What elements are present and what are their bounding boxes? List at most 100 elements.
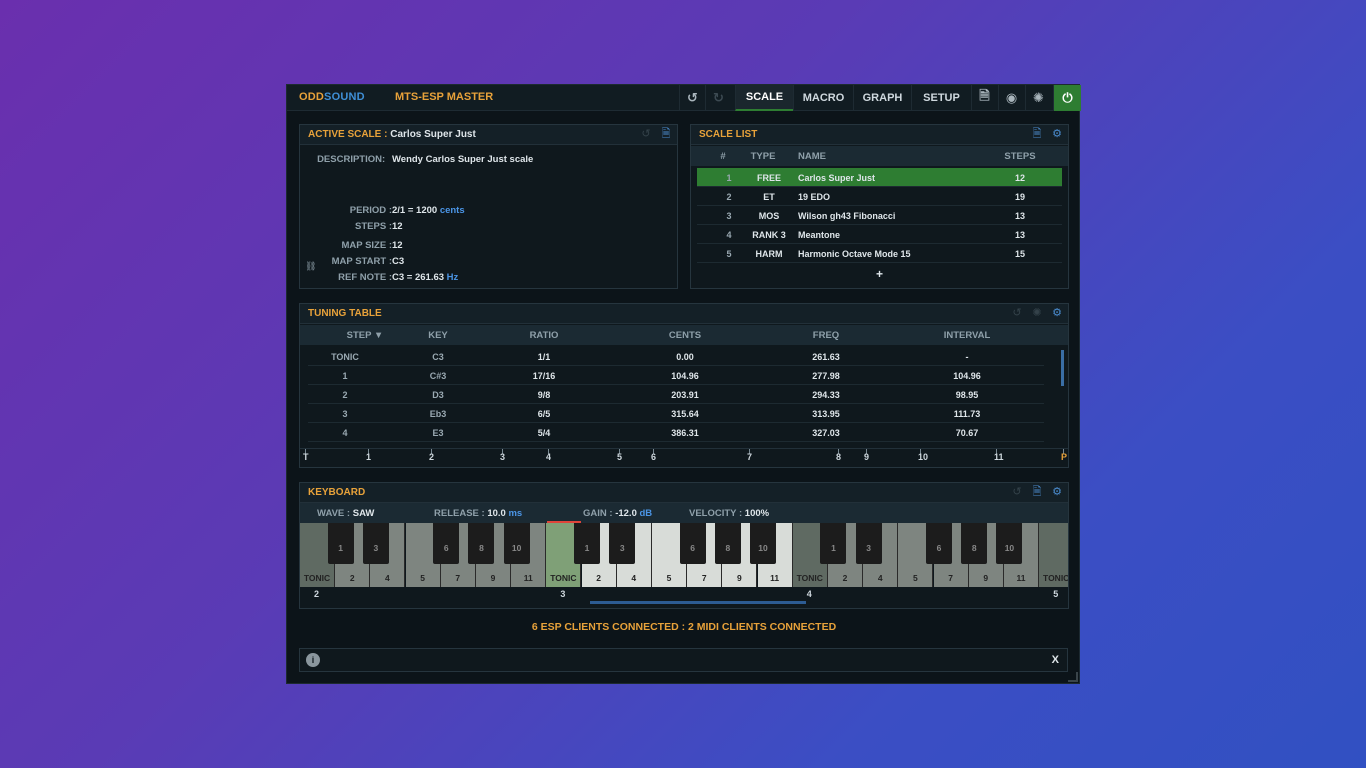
tuning-cell-step: 3 <box>342 409 348 419</box>
ref-note-value[interactable]: C3 = 261.63 Hz <box>392 272 458 283</box>
resize-handle-icon[interactable] <box>1068 672 1078 682</box>
ruler-label[interactable]: 2 <box>429 452 434 462</box>
ruler-label[interactable]: P <box>1061 452 1067 462</box>
col-name: NAME <box>798 151 826 162</box>
message-bar: i X <box>299 648 1068 672</box>
period-label: PERIOD : <box>349 205 392 216</box>
power-icon[interactable]: ⏻ <box>1053 85 1081 111</box>
scale-cell-name: Meantone <box>798 230 841 240</box>
black-key[interactable]: 6 <box>926 523 953 564</box>
tab-scale[interactable]: SCALE <box>735 85 793 111</box>
document-icon[interactable]: 🗎 <box>1030 485 1044 499</box>
ruler-label[interactable]: 10 <box>918 452 928 462</box>
key-label: 6 <box>690 543 695 553</box>
scale-cell-num: 4 <box>726 230 732 240</box>
black-key[interactable]: 6 <box>679 523 706 564</box>
scale-list-row[interactable]: 1 FREE Carlos Super Just 12 <box>697 168 1062 187</box>
black-key[interactable]: 3 <box>609 523 636 564</box>
white-key[interactable]: TONIC <box>1039 523 1068 587</box>
tab-graph[interactable]: GRAPH <box>853 85 911 111</box>
tuning-cell-cents: 386.31 <box>671 428 699 438</box>
scale-list-title: SCALE LIST <box>699 129 758 140</box>
close-button[interactable]: X <box>1052 654 1059 666</box>
tuning-table-row[interactable]: 4 E3 5/4 386.31 327.03 70.67 <box>308 423 1044 442</box>
tuning-table-row[interactable]: 2 D3 9/8 203.91 294.33 98.95 <box>308 385 1044 404</box>
black-key[interactable]: 1 <box>574 523 601 564</box>
description-value[interactable]: Wendy Carlos Super Just scale <box>392 154 533 165</box>
brand-logo: ODDSOUND <box>299 91 365 103</box>
octave-label: 5 <box>1053 589 1059 599</box>
ruler-label[interactable]: T <box>303 452 309 462</box>
ruler-label[interactable]: 4 <box>546 452 551 462</box>
undo-icon[interactable]: ↺ <box>679 85 705 111</box>
black-key[interactable]: 10 <box>750 523 777 564</box>
velocity-param[interactable]: VELOCITY : 100% <box>689 508 769 519</box>
tuning-table-row[interactable]: 3 Eb3 6/5 315.64 313.95 111.73 <box>308 404 1044 423</box>
ruler-label[interactable]: 7 <box>747 452 752 462</box>
gain-param[interactable]: GAIN : -12.0 dB <box>583 508 652 519</box>
gear-icon[interactable]: ⚙ <box>1050 127 1064 141</box>
document-icon[interactable]: 🗎 <box>971 85 997 111</box>
midi-icon[interactable]: ✺ <box>1030 306 1044 320</box>
release-param[interactable]: RELEASE : 10.0 ms <box>434 508 522 519</box>
scale-cell-name: Wilson gh43 Fibonacci <box>798 211 896 221</box>
keyboard-header: KEYBOARD ↺ 🗎 ⚙ <box>300 483 1068 503</box>
map-start-value[interactable]: C3 <box>392 256 404 267</box>
ruler-label[interactable]: 6 <box>651 452 656 462</box>
black-key[interactable]: 3 <box>855 523 882 564</box>
info-icon[interactable]: i <box>306 653 320 667</box>
period-value[interactable]: 2/1 = 1200 cents <box>392 205 465 216</box>
midi-icon[interactable]: ✺ <box>1025 85 1051 111</box>
ruler-label[interactable]: 3 <box>500 452 505 462</box>
document-icon[interactable]: 🗎 <box>659 127 673 141</box>
ruler-label[interactable]: 1 <box>366 452 371 462</box>
scale-list-row[interactable]: 2 ET 19 EDO 19 <box>697 187 1062 206</box>
black-key[interactable]: 3 <box>362 523 389 564</box>
black-key[interactable]: 6 <box>433 523 460 564</box>
ruler-label[interactable]: 9 <box>864 452 869 462</box>
ruler-label[interactable]: 11 <box>994 452 1004 462</box>
tab-setup[interactable]: SETUP <box>911 85 971 111</box>
scale-cell-steps: 15 <box>1014 249 1025 259</box>
redo-icon[interactable]: ↻ <box>705 85 731 111</box>
scale-cell-name: Carlos Super Just <box>798 173 876 183</box>
wave-param[interactable]: WAVE : SAW <box>317 508 374 519</box>
keyboard-scrollbar[interactable] <box>590 601 806 604</box>
keyboard-title: KEYBOARD <box>308 487 366 498</box>
black-key[interactable]: 1 <box>327 523 354 564</box>
gear-icon[interactable]: ⚙ <box>1050 306 1064 320</box>
tuning-cell-interval: 98.95 <box>955 390 979 400</box>
col-ratio: RATIO <box>529 330 559 341</box>
black-key[interactable]: 8 <box>714 523 741 564</box>
gear-icon[interactable]: ⚙ <box>1050 485 1064 499</box>
add-scale-button[interactable]: + <box>691 267 1068 281</box>
black-key[interactable]: 10 <box>503 523 530 564</box>
reset-icon[interactable]: ↺ <box>1010 485 1024 499</box>
ref-note-label: REF NOTE : <box>338 272 392 283</box>
tuning-table-row[interactable]: 1 C#3 17/16 104.96 277.98 104.96 <box>308 366 1044 385</box>
key-label: 11 <box>770 573 780 583</box>
map-size-value[interactable]: 12 <box>392 240 403 251</box>
tab-macro[interactable]: MACRO <box>793 85 853 111</box>
black-key[interactable]: 8 <box>961 523 988 564</box>
black-key[interactable]: 10 <box>996 523 1023 564</box>
scale-list-row[interactable]: 4 RANK 3 Meantone 13 <box>697 225 1062 244</box>
document-icon[interactable]: 🗎 <box>1030 127 1044 141</box>
tuning-table-row[interactable]: TONIC C3 1/1 0.00 261.63 - <box>308 347 1044 366</box>
app-title: MTS-ESP MASTER <box>395 91 494 103</box>
ruler-label[interactable]: 5 <box>617 452 622 462</box>
eye-icon[interactable]: ◉ <box>998 85 1024 111</box>
reset-icon[interactable]: ↺ <box>639 127 653 141</box>
ruler-label[interactable]: 8 <box>836 452 841 462</box>
scale-list-row[interactable]: 5 HARM Harmonic Octave Mode 15 15 <box>697 244 1062 263</box>
steps-value[interactable]: 12 <box>392 221 403 232</box>
table-scrollbar[interactable] <box>1061 350 1064 386</box>
key-label: 3 <box>866 543 871 553</box>
black-key[interactable]: 1 <box>820 523 847 564</box>
reset-icon[interactable]: ↺ <box>1010 306 1024 320</box>
key-label: 3 <box>619 543 625 553</box>
black-key[interactable]: 8 <box>468 523 495 564</box>
piano-keyboard[interactable]: TONIC 2 4 5 7 9 11 1 3 6 8 10 TONIC 2 4 5 7 9 11 1 3 6 8 10 TONI… <box>300 523 1068 587</box>
col-step[interactable]: STEP ▼ <box>320 330 410 341</box>
scale-list-row[interactable]: 3 MOS Wilson gh43 Fibonacci 13 <box>697 206 1062 225</box>
